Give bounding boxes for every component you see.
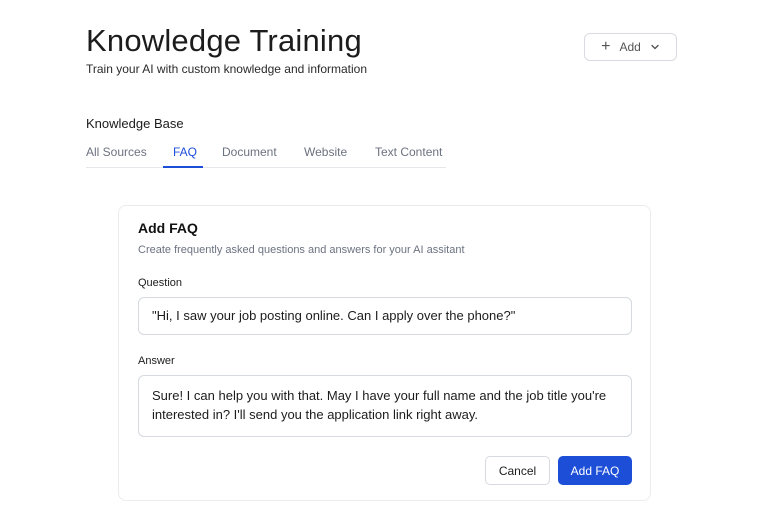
plus-icon: + <box>601 38 611 55</box>
knowledge-training-page: Knowledge Training Train your AI with cu… <box>0 0 768 513</box>
page-subtitle: Train your AI with custom knowledge and … <box>86 62 368 76</box>
page-title: Knowledge Training <box>86 23 362 58</box>
source-tabs: All Sources FAQ Document Website Text Co… <box>86 144 446 168</box>
cancel-button[interactable]: Cancel <box>485 456 550 485</box>
question-label: Question <box>138 277 183 289</box>
tab-document[interactable]: Document <box>222 144 277 168</box>
add-dropdown-button[interactable]: + Add <box>584 33 677 61</box>
active-tab-indicator <box>163 166 203 168</box>
add-button-label: Add <box>619 40 641 54</box>
knowledge-base-heading: Knowledge Base <box>86 116 184 131</box>
tab-all-sources[interactable]: All Sources <box>86 144 147 168</box>
tab-text-content[interactable]: Text Content <box>375 144 442 168</box>
answer-label: Answer <box>138 355 175 367</box>
tab-faq[interactable]: FAQ <box>173 144 197 168</box>
card-description: Create frequently asked questions and an… <box>138 244 465 256</box>
add-faq-card: Add FAQ Create frequently asked question… <box>118 205 651 501</box>
tab-website[interactable]: Website <box>304 144 347 168</box>
chevron-down-icon <box>650 42 660 52</box>
card-title: Add FAQ <box>138 220 198 236</box>
question-input[interactable]: "Hi, I saw your job posting online. Can … <box>138 297 632 335</box>
add-faq-button[interactable]: Add FAQ <box>558 456 632 485</box>
answer-textarea[interactable]: Sure! I can help you with that. May I ha… <box>138 375 632 437</box>
